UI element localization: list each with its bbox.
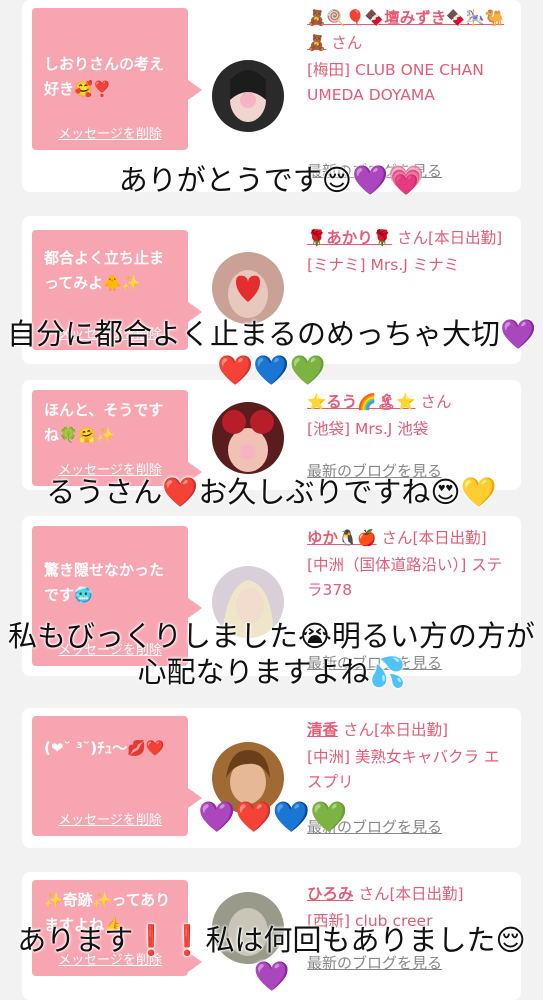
sender-name-link[interactable]: ゆか🐧🍎	[307, 529, 377, 547]
avatar[interactable]	[212, 252, 284, 324]
sender-name-link[interactable]: ひろみ	[307, 885, 354, 903]
sender-suffix: さん[本日出勤]	[353, 885, 464, 903]
avatar-photo	[212, 60, 284, 132]
message-bubble: ほんと、そうですね🍀🤗✨ メッセージを削除	[32, 390, 202, 486]
message-text: しおりさんの考え好き🥰❣️	[44, 55, 165, 98]
overlay-caption: 私もびっくりしました😭明るい方の方が心配なりますよね💦	[8, 619, 535, 689]
sender-suffix: さん[本日出勤]	[338, 721, 449, 739]
avatar-photo	[212, 252, 284, 324]
overlay-caption: るうさん❤️お久しぶりですね😍💛	[46, 475, 497, 509]
sender-info: ゆか🐧🍎 さん[本日出勤] [中洲（国体道路沿い）] ステラ378	[307, 526, 512, 603]
sender-info: 🌹あかり🌹 さん[本日出勤] [ミナミ] Mrs.J ミナミ	[307, 226, 512, 278]
avatar-photo	[212, 402, 284, 474]
overlay-caption: ありがとうです😌💜💗	[118, 163, 425, 197]
message-text: (❤︎˘ ³˘)ﾁｭ〜💋❤️	[44, 739, 165, 757]
sender-info: ⭐るう🌈🏝⭐ さん [池袋] Mrs.J 池袋	[307, 390, 512, 442]
shop-name: [梅田] CLUB ONE CHAN UMEDA DOYAMA	[307, 61, 484, 104]
overlay-caption: 自分に都合よく止まるのめっちゃ大切💜❤️💙💚	[6, 317, 537, 387]
overlay-caption: あります❗❗私は何回もありました😌💜	[17, 923, 526, 993]
delete-message-link[interactable]: メッセージを削除	[32, 809, 188, 828]
avatar[interactable]	[212, 60, 284, 132]
overlay-hearts: 💜❤️💙💚	[198, 800, 348, 835]
sender-name-link[interactable]: 🌹あかり🌹	[307, 229, 392, 247]
sender-name-link[interactable]: ⭐るう🌈🏝⭐	[307, 393, 416, 411]
sender-suffix: さん[本日出勤]	[376, 529, 487, 547]
message-text: 都合よく立ち止まってみよ🐥✨	[44, 249, 165, 292]
shop-name: [中洲] 美熟女キャバクラ エスプリ	[307, 748, 500, 791]
sender-suffix: さん	[415, 393, 452, 411]
sender-name-link[interactable]: 清香	[307, 721, 338, 739]
avatar[interactable]	[212, 402, 284, 474]
shop-name: [中洲（国体道路沿い）] ステラ378	[307, 556, 503, 599]
message-text: 驚き隠せなかったです🥶	[44, 561, 165, 604]
sender-suffix: さん	[326, 34, 363, 52]
message-bubble: (❤︎˘ ³˘)ﾁｭ〜💋❤️ メッセージを削除	[32, 716, 202, 836]
sender-info: 清香 さん[本日出勤] [中洲] 美熟女キャバクラ エスプリ	[307, 718, 512, 795]
shop-name: [ミナミ] Mrs.J ミナミ	[307, 256, 460, 274]
sender-info: 🧸🍭🎈🍫壇みずき🍫🎠🐫🧸 さん [梅田] CLUB ONE CHAN UMEDA…	[307, 6, 512, 108]
message-bubble: しおりさんの考え好き🥰❣️ メッセージを削除	[32, 8, 202, 150]
shop-name: [池袋] Mrs.J 池袋	[307, 420, 429, 438]
message-text: ほんと、そうですね🍀🤗✨	[44, 401, 164, 444]
delete-message-link[interactable]: メッセージを削除	[32, 123, 188, 142]
sender-suffix: さん[本日出勤]	[392, 229, 503, 247]
